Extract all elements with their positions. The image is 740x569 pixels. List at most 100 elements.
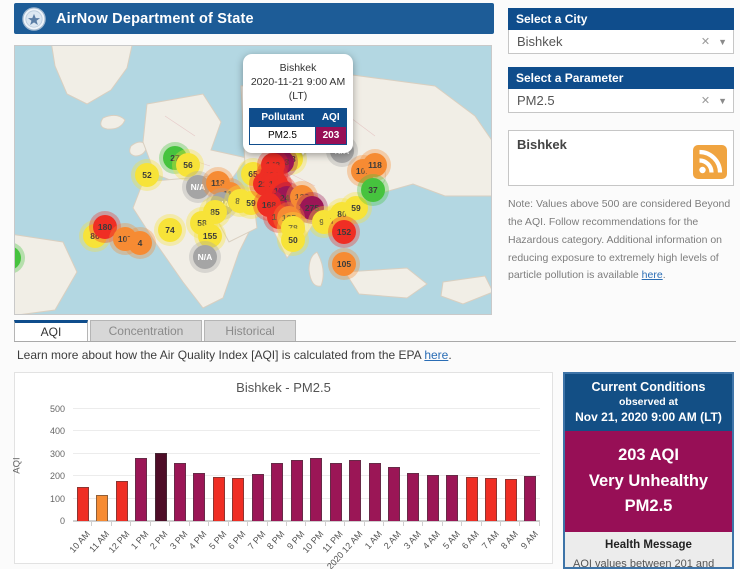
popup-col-aqi: AQI [315, 108, 346, 126]
page-title: AirNow Department of State [56, 11, 254, 27]
bar-2020-12-am[interactable] [349, 460, 361, 521]
beyond-aqi-note: Note: Values above 500 are considered Be… [508, 196, 736, 285]
aqi-map-marker[interactable]: 37 [361, 178, 385, 202]
dept-of-state-seal-icon [22, 7, 46, 31]
rss-feed-box: Bishkek [508, 130, 734, 186]
parameter-select[interactable]: PM2.5 ✕ ▼ [508, 89, 734, 113]
x-tick-label: 5 PM [207, 529, 228, 551]
bar-3-pm[interactable] [174, 463, 186, 521]
note-text: Note: Values above 500 are considered Be… [508, 198, 730, 281]
cc-datetime: Nov 21, 2020 9:00 AM (LT) [569, 410, 728, 424]
aqi-map-marker[interactable]: 118 [363, 153, 387, 177]
x-tick-label: 1 PM [129, 529, 150, 551]
y-tick: 200 [50, 471, 65, 481]
y-tick: 400 [50, 426, 65, 436]
chart-plot-area [73, 409, 540, 521]
tab-historical[interactable]: Historical [204, 320, 296, 341]
x-tick-label: 3 PM [168, 529, 189, 551]
popup-pollutant-value: PM2.5 [250, 126, 316, 144]
cc-pollutant: PM2.5 [569, 494, 728, 520]
bar-2-am[interactable] [388, 467, 400, 521]
y-tick: 500 [50, 404, 65, 414]
x-tick-label: 7 PM [246, 529, 267, 551]
aqi-map-marker[interactable]: 50 [281, 228, 305, 252]
bar-9-am[interactable] [524, 476, 536, 521]
popup-datetime: 2020-11-21 9:00 AM [249, 75, 347, 89]
cc-health-message: Health Message AQI values between 201 an… [565, 532, 732, 569]
cc-title: Current Conditions [569, 380, 728, 394]
bar-5-pm[interactable] [213, 477, 225, 521]
aqi-map-marker[interactable]: N/A [193, 245, 217, 269]
x-tick-label: 6 PM [226, 529, 247, 551]
bar-4-am[interactable] [427, 475, 439, 521]
bar-9-pm[interactable] [291, 460, 303, 521]
chart-bars [73, 409, 540, 521]
bar-7-pm[interactable] [252, 474, 264, 521]
chart-title: Bishkek - PM2.5 [15, 380, 552, 395]
parameter-caret-down-icon[interactable]: ▼ [718, 96, 727, 106]
popup-col-pollutant: Pollutant [250, 108, 316, 126]
bar-7-am[interactable] [485, 478, 497, 521]
aqi-map-marker[interactable]: 59 [344, 196, 368, 220]
bar-8-pm[interactable] [271, 463, 283, 521]
cc-aqi-value: 203 AQI [569, 443, 728, 469]
x-tick-label: 2 AM [382, 529, 403, 551]
bar-10-pm[interactable] [310, 458, 322, 521]
aqi-map-marker[interactable]: 52 [135, 163, 159, 187]
current-conditions-header: Current Conditions observed at Nov 21, 2… [565, 374, 732, 431]
x-tick-label: 5 AM [441, 529, 462, 551]
bar-8-am[interactable] [505, 479, 517, 521]
x-tick-label: 7 AM [479, 529, 500, 551]
aqi-bar-chart-panel: Bishkek - PM2.5 AQI 0100200300400500 10 … [14, 372, 553, 564]
parameter-clear-icon[interactable]: ✕ [701, 94, 710, 107]
aqi-map-marker[interactable]: 152 [332, 220, 356, 244]
bar-1-pm[interactable] [135, 458, 147, 521]
select-parameter-label: Select a Parameter [516, 71, 623, 85]
city-caret-down-icon[interactable]: ▼ [718, 37, 727, 47]
x-axis-ticks [73, 521, 540, 526]
cc-health-title: Health Message [573, 539, 724, 551]
popup-city: Bishkek [249, 61, 347, 75]
x-tick-label: 4 AM [421, 529, 442, 551]
bar-4-pm[interactable] [193, 473, 205, 521]
y-tick: 100 [50, 494, 65, 504]
bar-10-am[interactable] [77, 487, 89, 521]
bar-12-pm[interactable] [116, 481, 128, 521]
cc-health-text: AQI values between 201 and 300 trigger a… [573, 556, 724, 569]
bar-6-am[interactable] [466, 477, 478, 521]
select-parameter-header: Select a Parameter [508, 67, 734, 89]
popup-table: Pollutant AQI PM2.5 203 [249, 108, 347, 145]
tab-aqi[interactable]: AQI [14, 320, 88, 341]
cc-observed-at: observed at [569, 396, 728, 408]
bar-1-am[interactable] [369, 463, 381, 521]
y-tick: 300 [50, 449, 65, 459]
aqi-map-marker[interactable]: 4 [128, 231, 152, 255]
x-tick-label: 1 AM [363, 529, 384, 551]
note-here-link[interactable]: here [642, 269, 663, 281]
popup-aqi-value: 203 [315, 126, 346, 144]
city-select-value: Bishkek [517, 34, 701, 49]
bar-11-pm[interactable] [330, 463, 342, 521]
epa-here-link[interactable]: here [424, 348, 448, 362]
x-tick-label: 3 AM [402, 529, 423, 551]
bar-5-am[interactable] [446, 475, 458, 521]
aqi-map-marker[interactable]: 56 [176, 153, 200, 177]
city-select[interactable]: Bishkek ✕ ▼ [508, 30, 734, 54]
bar-11-am[interactable] [96, 495, 108, 521]
select-city-header: Select a City [508, 8, 734, 30]
x-tick-label: 8 AM [499, 529, 520, 551]
tab-concentration[interactable]: Concentration [90, 320, 202, 341]
bar-3-am[interactable] [407, 473, 419, 521]
x-axis-labels: 10 AM11 AM12 PM1 PM2 PM3 PM4 PM5 PM6 PM7… [73, 527, 540, 563]
rss-icon[interactable] [693, 145, 727, 179]
x-tick-label: 8 PM [265, 529, 286, 551]
bar-2-pm[interactable] [155, 453, 167, 521]
city-clear-icon[interactable]: ✕ [701, 35, 710, 48]
x-tick-label: 6 AM [460, 529, 481, 551]
x-tick-label: 2 PM [148, 529, 169, 551]
bar-6-pm[interactable] [232, 478, 244, 521]
aqi-map-marker[interactable]: 105 [332, 252, 356, 276]
aqi-map-marker[interactable]: 74 [158, 218, 182, 242]
world-aqi-map[interactable]: 275652N/A113113N/A8159855815574N/A861801… [14, 45, 492, 315]
parameter-select-value: PM2.5 [517, 93, 701, 108]
